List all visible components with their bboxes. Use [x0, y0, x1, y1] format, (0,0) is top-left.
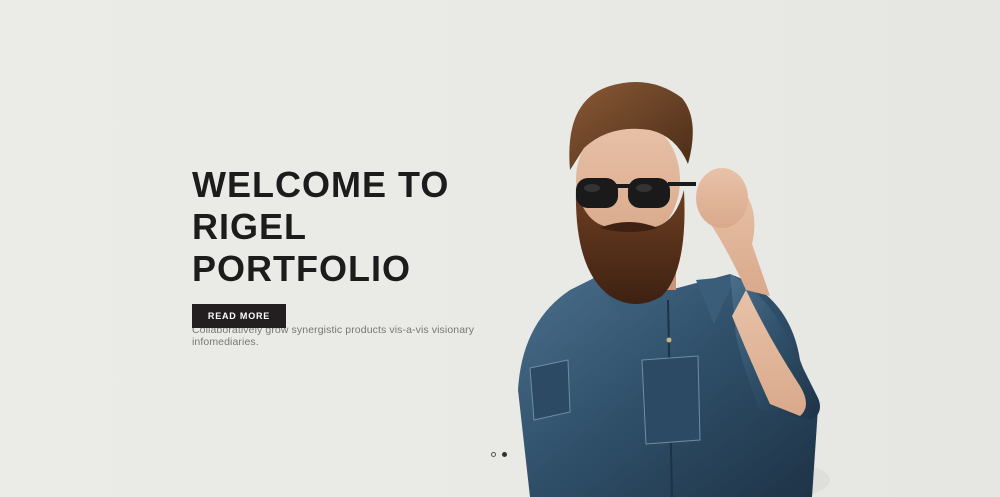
bearded-man-photo [518, 82, 830, 497]
slider-dot-2[interactable] [502, 452, 507, 457]
hero-section: WELCOME TO RIGEL PORTFOLIO Collaborative… [0, 0, 1000, 497]
slider-dot-1[interactable] [491, 452, 496, 457]
hero-title: WELCOME TO RIGEL PORTFOLIO [192, 164, 450, 289]
slider-pagination [491, 452, 507, 457]
read-more-button[interactable]: READ MORE [192, 304, 286, 328]
